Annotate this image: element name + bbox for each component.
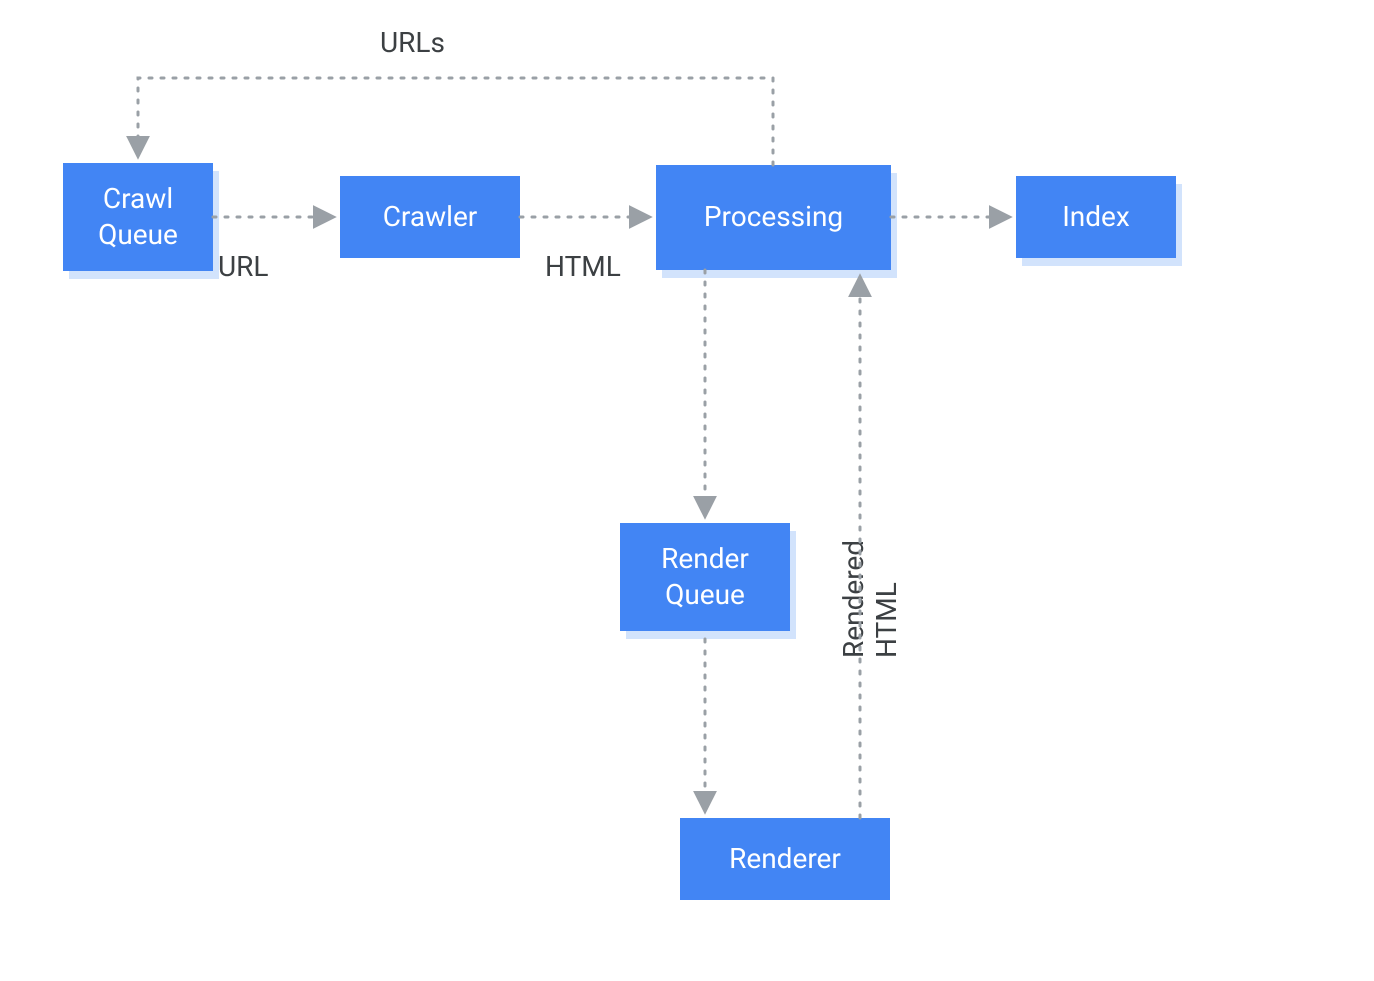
- edge-label-url: URL: [218, 250, 269, 283]
- node-crawl-queue-label: Crawl Queue: [98, 181, 178, 254]
- edge-label-html: HTML: [545, 250, 621, 283]
- node-index: Index: [1016, 176, 1176, 258]
- edge-label-rendered-html: Rendered HTML: [837, 458, 903, 658]
- crawl-pipeline-diagram: Crawl Queue Crawler Processing Index Ren…: [0, 0, 1374, 981]
- edge-label-urls: URLs: [380, 26, 445, 59]
- node-crawl-queue: Crawl Queue: [63, 163, 213, 271]
- node-processing: Processing: [656, 165, 891, 270]
- node-renderer-label: Renderer: [729, 841, 841, 877]
- node-crawler-label: Crawler: [383, 199, 478, 235]
- node-processing-label: Processing: [704, 199, 843, 235]
- node-crawler: Crawler: [340, 176, 520, 258]
- node-render-queue-label: Render Queue: [661, 541, 749, 614]
- node-render-queue: Render Queue: [620, 523, 790, 631]
- node-renderer: Renderer: [680, 818, 890, 900]
- node-index-label: Index: [1062, 199, 1130, 235]
- edge-processing-crawlqueue: [138, 78, 773, 165]
